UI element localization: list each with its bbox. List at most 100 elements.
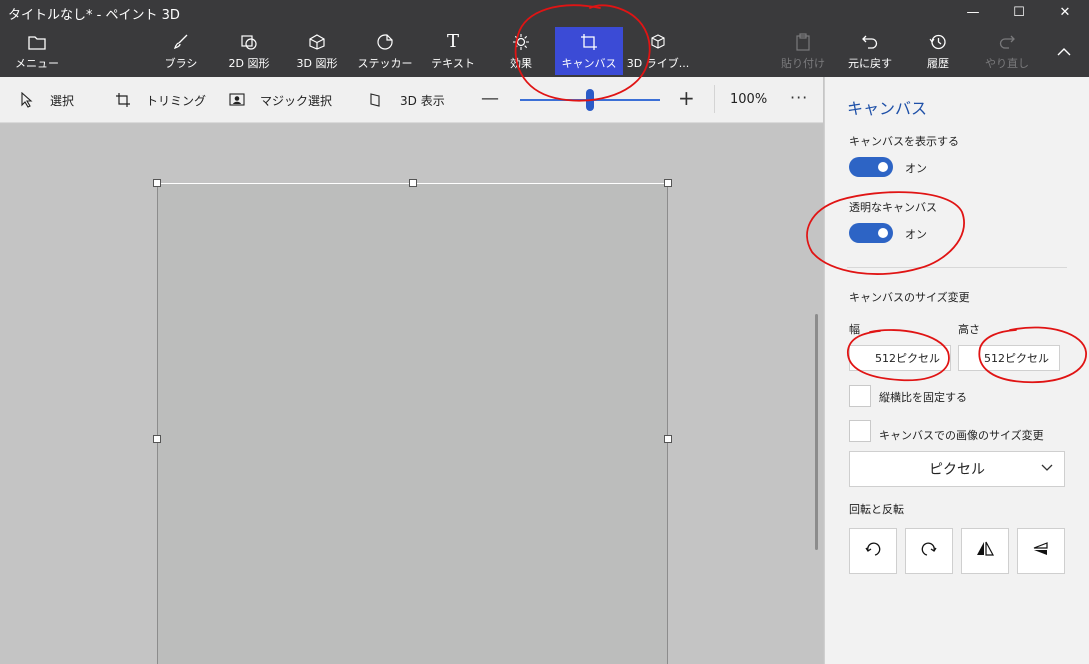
transparent-canvas-toggle[interactable] (849, 223, 893, 243)
view-3d-label: 3D 表示 (400, 93, 445, 108)
text-icon: T (446, 31, 459, 52)
zoom-out-button[interactable]: — (481, 88, 499, 109)
crop-tool[interactable]: トリミング (114, 77, 206, 123)
lock-aspect-label: 縦横比を固定する (879, 391, 967, 404)
unit-dropdown[interactable]: ピクセル (849, 451, 1065, 487)
tab-canvas-label: キャンバス (561, 57, 617, 70)
clipboard-icon (793, 32, 813, 52)
folder-icon (27, 32, 47, 52)
tab-text[interactable]: T テキスト (430, 30, 476, 74)
vertical-scrollbar[interactable] (815, 314, 818, 550)
magic-select-tool[interactable]: マジック選択 (228, 77, 332, 123)
tab-3d-shapes-label: 3D 図形 (296, 57, 338, 70)
menu-button[interactable]: メニュー (14, 30, 60, 74)
canvas-settings-panel: キャンバス キャンバスを表示する オン 透明なキャンバス オン キャンバスのサイ… (824, 77, 1089, 664)
panel-divider (847, 267, 1067, 268)
resize-handle-top[interactable] (409, 179, 417, 187)
flip-vertical-icon (1031, 539, 1051, 563)
tab-effects-label: 効果 (510, 57, 532, 70)
chevron-down-icon (1040, 460, 1054, 477)
tab-brush[interactable]: ブラシ (158, 30, 204, 74)
view-3d-tool[interactable]: 3D 表示 (368, 77, 445, 123)
rotate-right-icon (919, 539, 939, 563)
library-3d-icon (648, 32, 668, 52)
transparent-canvas-state: オン (905, 228, 927, 241)
effects-icon (511, 32, 531, 52)
tab-canvas[interactable]: キャンバス (555, 27, 623, 75)
magic-select-label: マジック選択 (260, 93, 333, 108)
maximize-icon: ☐ (1013, 4, 1025, 20)
paste-label: 貼り付け (781, 57, 825, 70)
menu-label: メニュー (15, 57, 59, 70)
cursor-arrow-icon (18, 91, 36, 109)
zoom-in-button[interactable]: + (678, 86, 695, 110)
undo-button[interactable]: 元に戻す (844, 30, 896, 74)
drawing-canvas[interactable] (157, 183, 668, 664)
tab-brush-label: ブラシ (164, 57, 198, 70)
title-bar: タイトルなし* - ペイント 3D — ☐ ✕ (0, 0, 1089, 24)
select-tool[interactable]: 選択 (18, 77, 74, 123)
tab-2d-shapes-label: 2D 図形 (228, 57, 270, 70)
zoom-slider-thumb[interactable] (586, 89, 594, 111)
height-input[interactable]: 512ピクセル (958, 345, 1060, 371)
brush-icon (171, 32, 191, 52)
tab-3d-library[interactable]: 3D ライブ... (627, 30, 689, 74)
rotate-left-button[interactable] (849, 528, 897, 574)
app-header: タイトルなし* - ペイント 3D — ☐ ✕ メニュー ブラシ 2D 図形 3… (0, 0, 1089, 77)
crop-label: トリミング (146, 93, 207, 108)
more-options-button[interactable]: ··· (790, 88, 808, 107)
zoom-percentage: 100% (730, 92, 768, 107)
crop-icon (114, 91, 132, 109)
paste-button[interactable]: 貼り付け (780, 30, 826, 74)
close-icon: ✕ (1059, 4, 1071, 20)
panel-title: キャンバス (847, 99, 928, 118)
rotate-right-button[interactable] (905, 528, 953, 574)
tab-2d-shapes[interactable]: 2D 図形 (222, 30, 276, 74)
resize-handle-top-right[interactable] (664, 179, 672, 187)
resize-handle-left[interactable] (153, 435, 161, 443)
unit-selected: ピクセル (929, 462, 985, 478)
history-button[interactable]: 履歴 (918, 30, 958, 74)
shapes-2d-icon (239, 32, 259, 52)
redo-icon (997, 32, 1017, 52)
magic-select-icon (228, 91, 246, 109)
history-label: 履歴 (927, 57, 949, 70)
tab-text-label: テキスト (431, 57, 475, 70)
close-button[interactable]: ✕ (1042, 0, 1088, 24)
show-canvas-label: キャンバスを表示する (849, 135, 959, 148)
tool-options-bar: 選択 トリミング マジック選択 3D 表示 (0, 77, 823, 123)
resize-handle-top-left[interactable] (153, 179, 161, 187)
width-input[interactable]: 512ピクセル (849, 345, 951, 371)
redo-button[interactable]: やり直し (984, 30, 1030, 74)
resize-section-label: キャンバスのサイズ変更 (849, 291, 970, 304)
transparent-canvas-label: 透明なキャンバス (849, 201, 937, 214)
rotate-left-icon (863, 539, 883, 563)
rotate-flip-label: 回転と反転 (849, 503, 904, 516)
resize-image-label: キャンバスでの画像のサイズ変更 (879, 429, 1044, 442)
minimize-icon: — (966, 4, 980, 20)
flip-vertical-button[interactable] (1017, 528, 1065, 574)
sticker-icon (375, 32, 395, 52)
crop-canvas-icon (579, 32, 599, 52)
history-icon (928, 32, 948, 52)
lock-aspect-checkbox[interactable] (849, 385, 871, 407)
show-canvas-toggle[interactable] (849, 157, 893, 177)
chevron-up-icon (1054, 42, 1074, 62)
height-label: 高さ (958, 323, 980, 336)
flip-horizontal-icon (975, 539, 995, 563)
tab-effects[interactable]: 効果 (498, 30, 544, 74)
resize-image-checkbox[interactable] (849, 420, 871, 442)
redo-label: やり直し (985, 57, 1029, 70)
flip-horizontal-button[interactable] (961, 528, 1009, 574)
view-3d-icon (368, 91, 386, 109)
window-title: タイトルなし* - ペイント 3D (8, 8, 180, 23)
cube-icon (307, 32, 327, 52)
tab-3d-shapes[interactable]: 3D 図形 (290, 30, 344, 74)
maximize-button[interactable]: ☐ (996, 0, 1042, 24)
show-canvas-state: オン (905, 162, 927, 175)
tab-stickers-label: ステッカー (357, 57, 413, 70)
resize-handle-right[interactable] (664, 435, 672, 443)
tab-stickers[interactable]: ステッカー (357, 30, 413, 74)
select-label: 選択 (50, 93, 75, 108)
minimize-button[interactable]: — (950, 0, 996, 24)
